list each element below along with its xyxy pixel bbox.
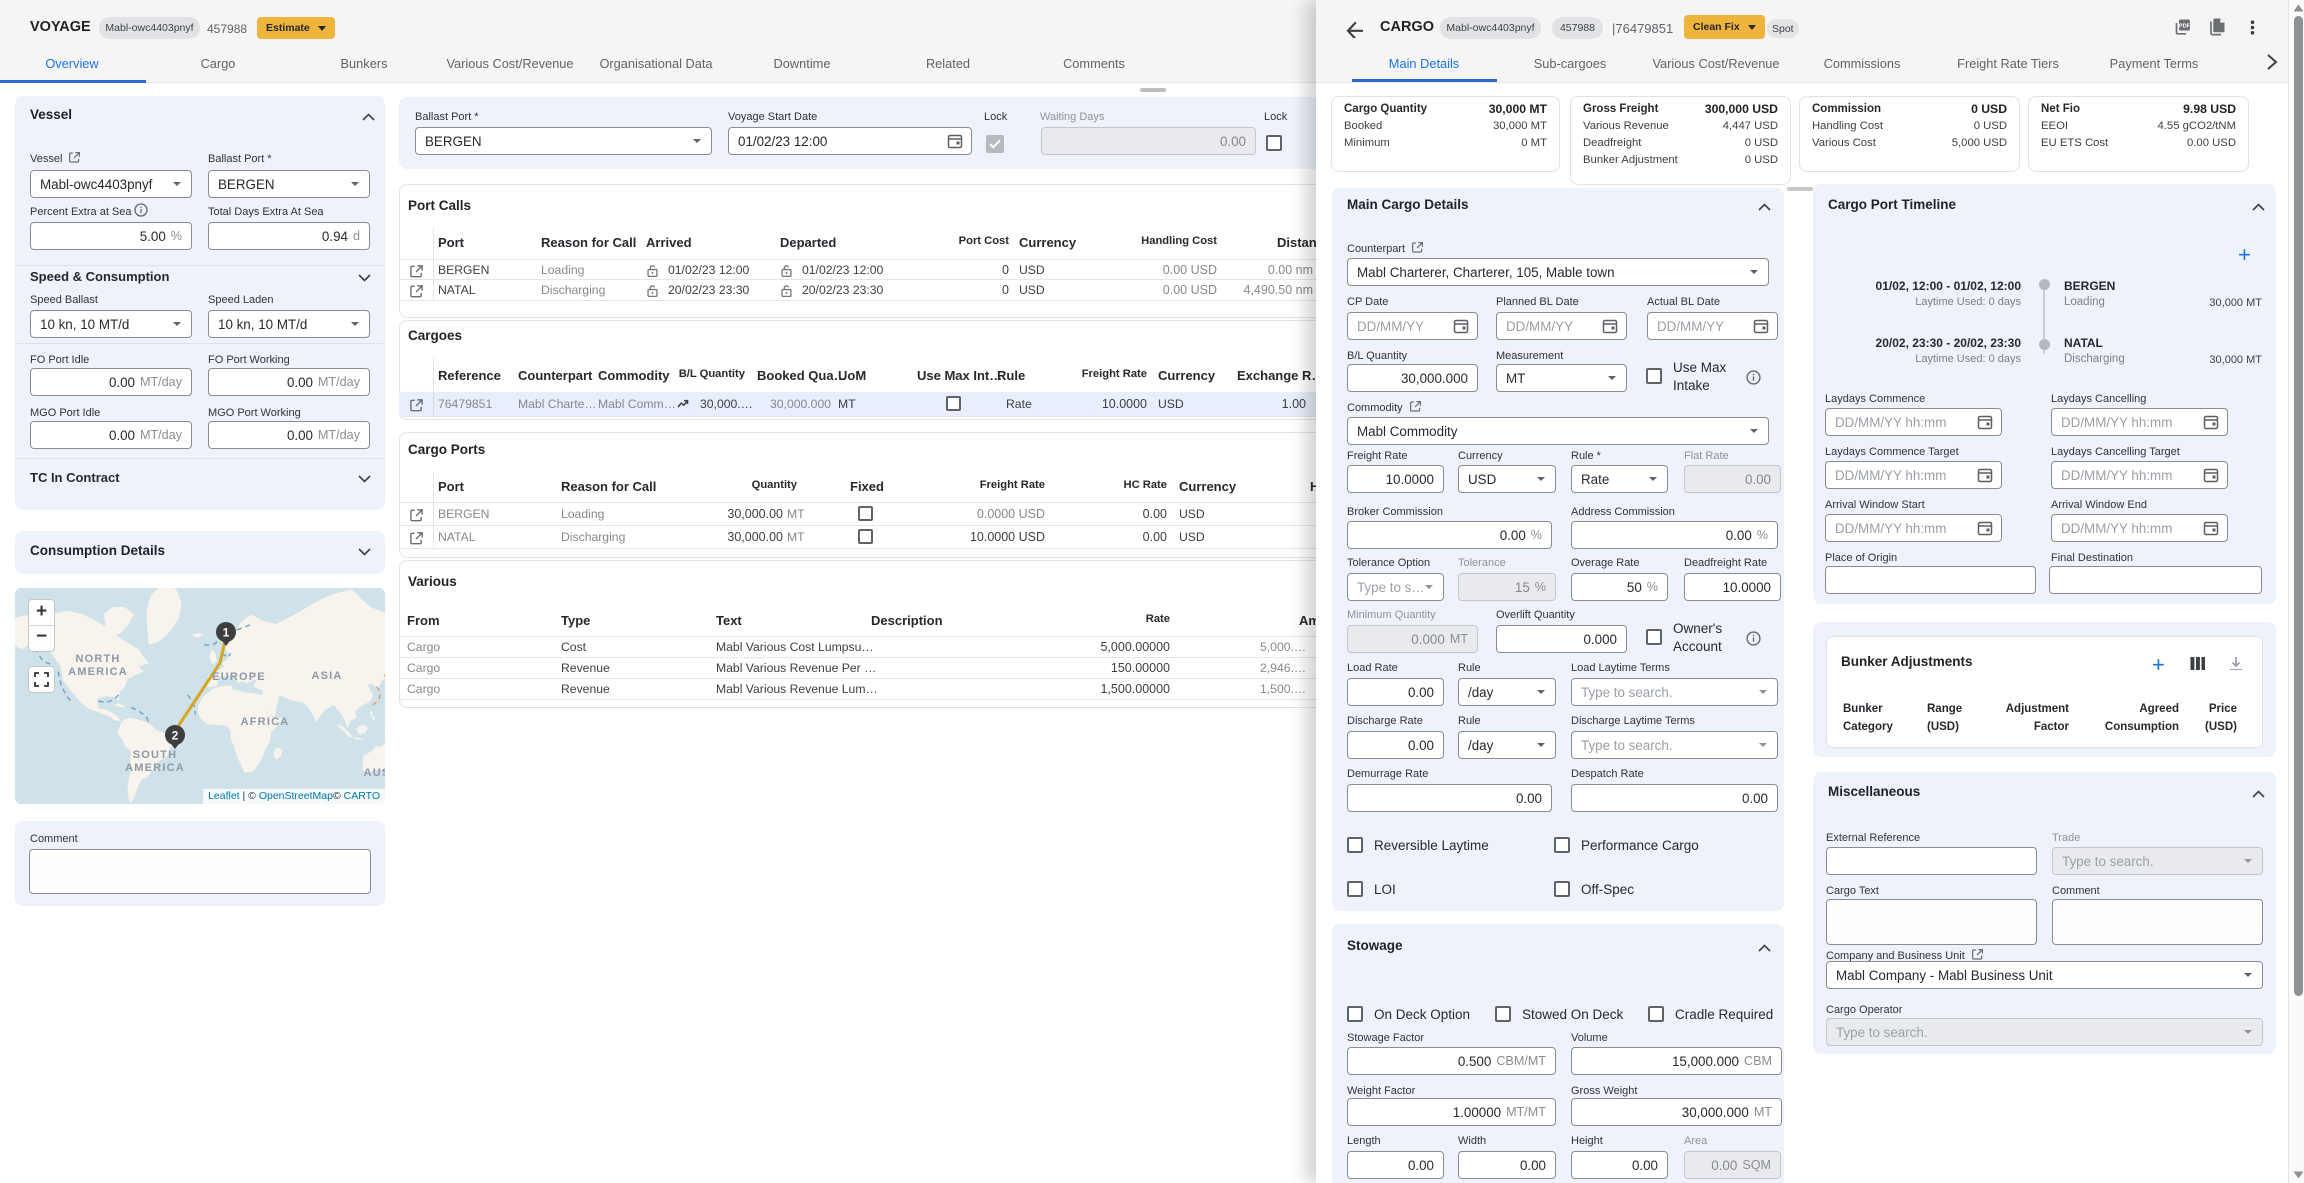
svg-text:EUROPE: EUROPE xyxy=(212,671,266,683)
svg-text:1: 1 xyxy=(223,626,230,640)
svg-text:NORTH: NORTH xyxy=(75,653,120,665)
svg-text:PDF: PDF xyxy=(2179,23,2191,29)
svg-text:ASIA: ASIA xyxy=(311,670,342,682)
svg-text:AMERICA: AMERICA xyxy=(68,666,128,678)
svg-text:AFRICA: AFRICA xyxy=(241,716,290,728)
svg-text:AMERICA: AMERICA xyxy=(125,762,185,774)
svg-text:AUS: AUS xyxy=(364,767,385,779)
svg-text:2: 2 xyxy=(172,729,179,743)
svg-text:SOUTH: SOUTH xyxy=(133,749,178,761)
